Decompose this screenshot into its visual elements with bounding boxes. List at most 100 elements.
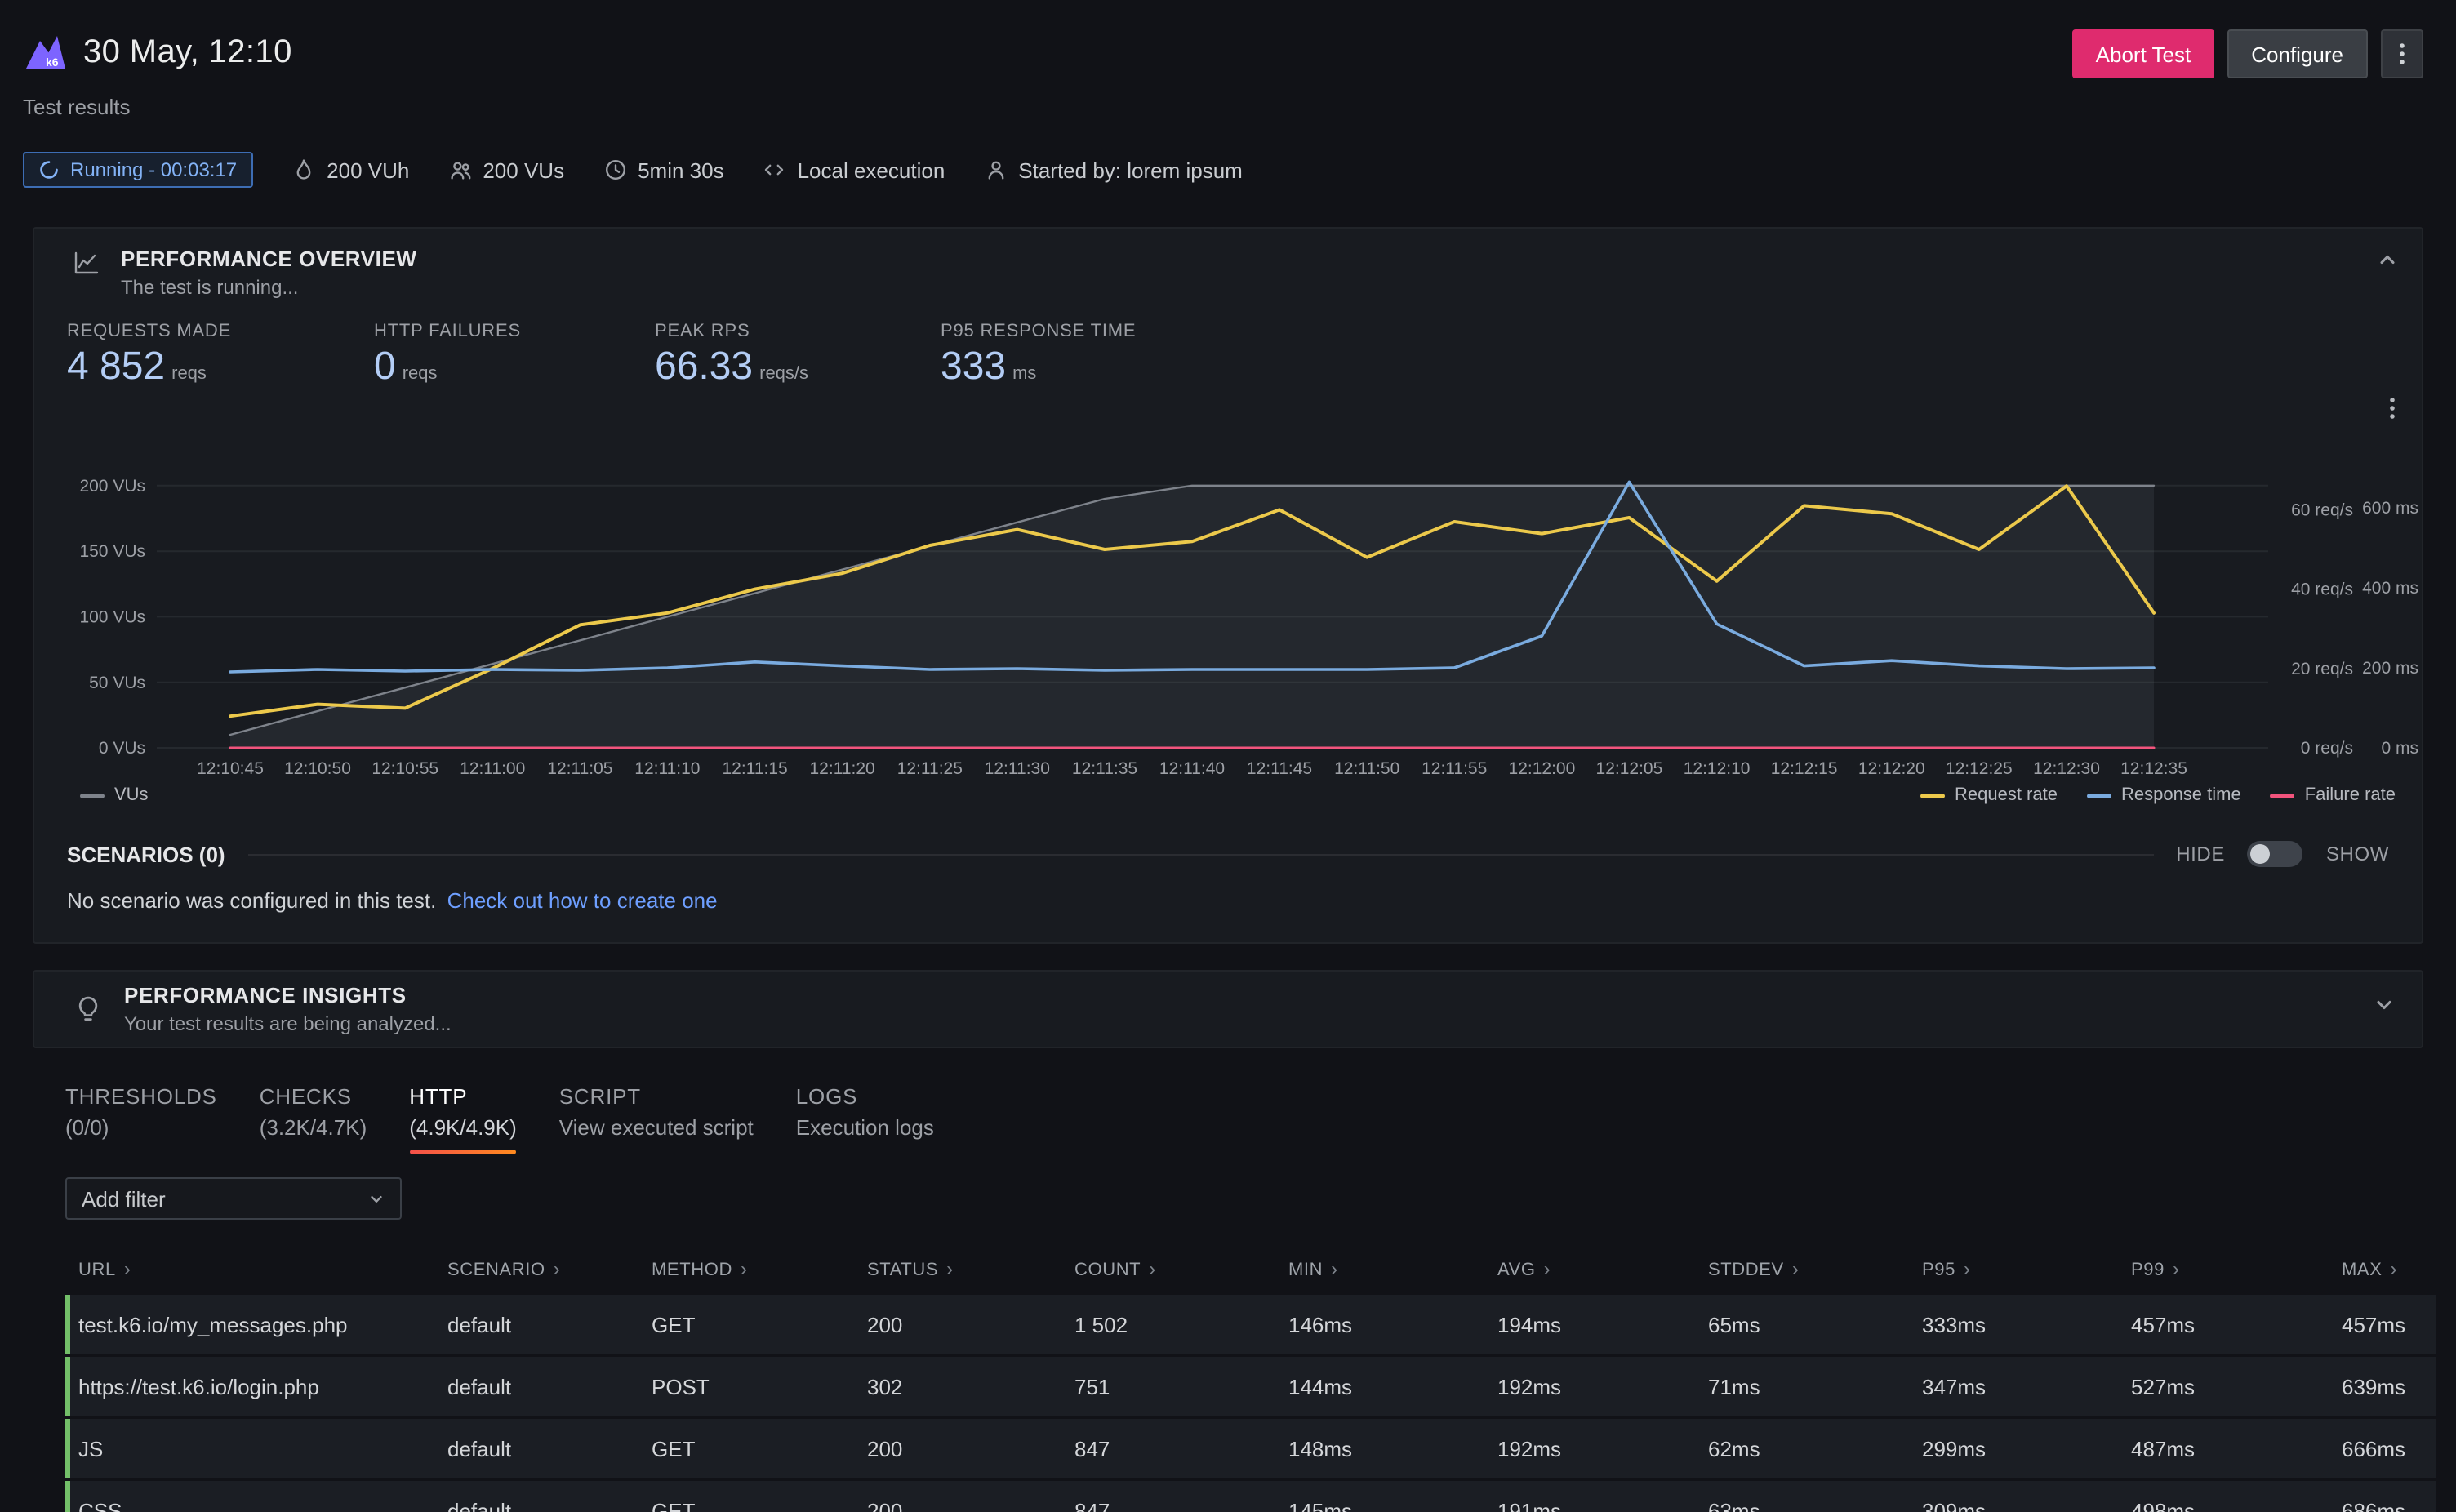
table-row[interactable]: https://test.k6.io/login.phpdefaultPOST3… (65, 1357, 2436, 1416)
sort-chevron-icon: › (1964, 1257, 1971, 1280)
scenarios-title: SCENARIOS (0) (67, 842, 225, 866)
svg-text:12:11:45: 12:11:45 (1247, 759, 1312, 778)
add-filter-dropdown[interactable]: Add filter (65, 1177, 402, 1220)
stat-0: REQUESTS MADE4 852reqs (67, 322, 374, 390)
svg-text:12:11:15: 12:11:15 (723, 759, 788, 778)
legend-left: VUs (80, 785, 149, 805)
tab-http[interactable]: HTTP(4.9K/4.9K) (409, 1084, 517, 1154)
svg-text:0 ms: 0 ms (2381, 739, 2418, 758)
svg-text:12:12:30: 12:12:30 (2033, 759, 2100, 778)
lightbulb-icon (73, 994, 103, 1024)
scenarios-hide-show-toggle[interactable] (2248, 841, 2303, 867)
stat-label: PEAK RPS (655, 322, 941, 341)
svg-text:150 VUs: 150 VUs (79, 542, 145, 561)
svg-text:200 VUs: 200 VUs (79, 477, 145, 496)
legend-response-time[interactable]: Response time (2087, 785, 2241, 805)
overview-title: PERFORMANCE OVERVIEW (121, 247, 417, 271)
performance-overview-panel: PERFORMANCE OVERVIEW The test is running… (33, 227, 2423, 944)
svg-text:12:12:05: 12:12:05 (1596, 759, 1663, 778)
svg-text:12:12:00: 12:12:00 (1509, 759, 1576, 778)
sort-chevron-icon: › (1544, 1257, 1551, 1280)
column-header-p95[interactable]: P95› (1922, 1257, 2131, 1280)
svg-text:12:11:10: 12:11:10 (634, 759, 700, 778)
tab-thresholds[interactable]: THRESHOLDS(0/0) (65, 1084, 217, 1154)
sort-chevron-icon: › (124, 1257, 131, 1280)
svg-text:12:12:35: 12:12:35 (2120, 759, 2187, 778)
stat-value: 66.33 (655, 345, 753, 390)
column-header-method[interactable]: METHOD› (652, 1257, 867, 1280)
flame-icon (292, 158, 315, 181)
svg-text:12:11:25: 12:11:25 (897, 759, 963, 778)
svg-text:12:11:40: 12:11:40 (1159, 759, 1225, 778)
svg-text:12:11:55: 12:11:55 (1422, 759, 1487, 778)
table-row[interactable]: test.k6.io/my_messages.phpdefaultGET2001… (65, 1295, 2436, 1354)
stat-label: P95 RESPONSE TIME (941, 322, 1430, 341)
column-header-count[interactable]: COUNT› (1074, 1257, 1288, 1280)
stat-unit: reqs (403, 364, 438, 384)
stat-unit: ms (1012, 364, 1036, 384)
column-header-scenario[interactable]: SCENARIO› (447, 1257, 652, 1280)
svg-text:400 ms: 400 ms (2362, 579, 2418, 598)
divider (248, 853, 2154, 855)
insights-title: PERFORMANCE INSIGHTS (124, 983, 452, 1007)
stat-1: HTTP FAILURES0reqs (374, 322, 655, 390)
table-row[interactable]: CSSdefaultGET200847145ms191ms63ms309ms49… (65, 1481, 2436, 1512)
svg-text:12:12:10: 12:12:10 (1684, 759, 1751, 778)
svg-text:12:11:20: 12:11:20 (810, 759, 875, 778)
column-header-min[interactable]: MIN› (1288, 1257, 1497, 1280)
svg-text:12:11:35: 12:11:35 (1072, 759, 1137, 778)
toggle-knob (2251, 844, 2271, 864)
k6-test-results-page: k6 30 May, 12:10 Abort Test Configure Te… (0, 0, 2456, 1512)
show-label: SHOW (2326, 843, 2389, 865)
status-items: 200 VUh200 VUs5min 30sLocal executionSta… (292, 158, 1243, 182)
svg-text:60 req/s: 60 req/s (2291, 500, 2353, 519)
performance-chart[interactable]: 0 VUs50 VUs100 VUs150 VUs200 VUs0 req/s2… (34, 429, 2425, 782)
legend-failure-rate[interactable]: Failure rate (2271, 785, 2396, 805)
spinner-icon (39, 160, 59, 180)
column-header-p99[interactable]: P99› (2131, 1257, 2342, 1280)
overview-stats: REQUESTS MADE4 852reqsHTTP FAILURES0reqs… (34, 299, 2422, 390)
expand-chevron-down-icon[interactable] (2373, 994, 2396, 1025)
status-item: 200 VUh (292, 158, 409, 182)
svg-text:40 req/s: 40 req/s (2291, 580, 2353, 599)
column-header-avg[interactable]: AVG› (1497, 1257, 1708, 1280)
svg-text:100 VUs: 100 VUs (79, 607, 145, 626)
status-bar: Running - 00:03:17 200 VUh200 VUs5min 30… (23, 152, 2456, 188)
tab-checks[interactable]: CHECKS(3.2K/4.7K) (260, 1084, 367, 1154)
sort-chevron-icon: › (2173, 1257, 2180, 1280)
sort-chevron-icon: › (946, 1257, 954, 1280)
svg-text:50 VUs: 50 VUs (89, 674, 145, 692)
column-header-status[interactable]: STATUS› (867, 1257, 1074, 1280)
abort-test-button[interactable]: Abort Test (2073, 29, 2214, 78)
svg-text:20 req/s: 20 req/s (2291, 660, 2353, 678)
clock-icon (603, 158, 626, 181)
tab-script[interactable]: SCRIPTView executed script (559, 1084, 754, 1154)
table-row[interactable]: JSdefaultGET200847148ms192ms62ms299ms487… (65, 1419, 2436, 1478)
status-item: Started by: lorem ipsum (984, 158, 1243, 182)
overview-header: PERFORMANCE OVERVIEW The test is running… (34, 229, 2422, 299)
chart-kebab-menu[interactable] (2389, 397, 2396, 428)
collapse-chevron-up-icon[interactable] (2376, 248, 2399, 279)
insights-subtitle: Your test results are being analyzed... (124, 1012, 452, 1035)
tab-logs[interactable]: LOGSExecution logs (796, 1084, 934, 1154)
column-header-url[interactable]: URL› (78, 1257, 447, 1280)
column-header-max[interactable]: MAX› (2342, 1257, 2436, 1280)
stat-2: PEAK RPS66.33reqs/s (655, 322, 941, 390)
svg-text:12:11:30: 12:11:30 (985, 759, 1050, 778)
status-item: 200 VUs (448, 158, 564, 182)
svg-text:200 ms: 200 ms (2362, 659, 2418, 678)
configure-button[interactable]: Configure (2227, 29, 2368, 78)
svg-text:12:11:00: 12:11:00 (460, 759, 525, 778)
k6-logo: k6 (23, 29, 69, 75)
sort-chevron-icon: › (1792, 1257, 1800, 1280)
create-scenario-link[interactable]: Check out how to create one (447, 888, 718, 913)
kebab-menu-button[interactable] (2381, 29, 2423, 78)
page-title: 30 May, 12:10 (83, 33, 292, 71)
running-status-badge: Running - 00:03:17 (23, 152, 253, 188)
legend-request-rate[interactable]: Request rate (1920, 785, 2058, 805)
legend-vus[interactable]: VUs (80, 785, 149, 805)
legend-right: Request rate Response time Failure rate (1920, 785, 2396, 805)
chart-legend: VUs Request rate Response time Failure rat… (34, 782, 2422, 805)
sort-chevron-icon: › (554, 1257, 561, 1280)
column-header-stddev[interactable]: STDDEV› (1708, 1257, 1922, 1280)
